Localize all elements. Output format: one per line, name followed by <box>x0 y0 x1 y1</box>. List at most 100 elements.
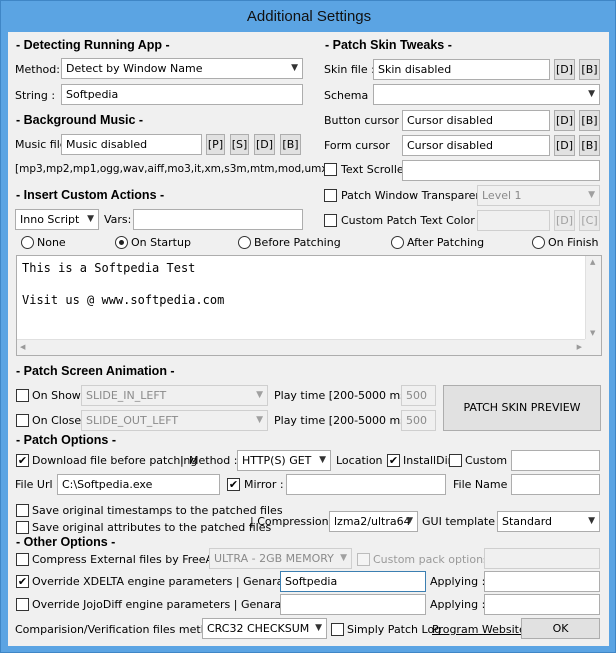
on-close-label: On Close <box>32 414 82 427</box>
music-file-input[interactable]: Music disabled <box>61 134 202 155</box>
custom-script-editor[interactable]: This is a Softpedia Test Visit us @ www.… <box>16 255 602 356</box>
gui-template-dropdown[interactable]: Standard ▼ <box>497 511 600 532</box>
show-play-time-input[interactable]: 500 <box>401 385 436 406</box>
skin-delete-button[interactable]: [D] <box>554 59 575 80</box>
script-type-dropdown[interactable]: Inno Script ▼ <box>15 209 99 230</box>
transparent-level-dropdown[interactable]: Level 1 ▼ <box>477 185 600 206</box>
jojodiff-generating-input[interactable] <box>280 594 426 615</box>
detect-method-value: Detect by Window Name <box>66 62 203 75</box>
button-cursor-browse-button[interactable]: [B] <box>579 110 600 131</box>
download-checkbox[interactable]: ✔ <box>16 454 29 467</box>
music-delete-button[interactable]: [D] <box>254 134 275 155</box>
form-cursor-input[interactable]: Cursor disabled <box>402 135 550 156</box>
comparison-method-value: CRC32 CHECKSUM <box>207 622 310 635</box>
compression-dropdown[interactable]: lzma2/ultra64 ▼ <box>329 511 418 532</box>
scroll-up-icon[interactable]: ▲ <box>590 258 595 266</box>
button-cursor-input[interactable]: Cursor disabled <box>402 110 550 131</box>
horizontal-scrollbar[interactable]: ◀ ▶ <box>17 339 585 355</box>
freearc-level-dropdown[interactable]: ULTRA - 2GB MEMORY ▼ <box>209 548 352 569</box>
xdelta-generating-input[interactable]: Softpedia <box>280 571 426 592</box>
mirror-input[interactable] <box>286 474 446 495</box>
timestamps-checkbox[interactable] <box>16 504 29 517</box>
download-label: Download file before patching <box>32 454 198 467</box>
skin-file-label: Skin file : <box>324 63 375 76</box>
other-options-header: - Other Options - <box>16 535 116 549</box>
custom-location-checkbox[interactable] <box>449 454 462 467</box>
script-type-value: Inno Script <box>20 213 80 226</box>
compression-value: lzma2/ultra64 <box>334 515 411 528</box>
vars-label: Vars: <box>104 213 132 226</box>
custom-color-pick-button[interactable]: [C] <box>579 210 600 231</box>
xdelta-label: Override XDELTA engine parameters | Gena… <box>32 575 312 588</box>
detect-method-dropdown[interactable]: Detect by Window Name ▼ <box>61 58 303 79</box>
simply-log-label: Simply Patch Log <box>347 623 442 636</box>
on-show-animation-dropdown[interactable]: SLIDE_IN_LEFT ▼ <box>81 385 268 406</box>
custom-color-checkbox[interactable] <box>324 214 337 227</box>
custom-pack-checkbox[interactable] <box>357 553 370 566</box>
attributes-checkbox[interactable] <box>16 521 29 534</box>
skin-browse-button[interactable]: [B] <box>579 59 600 80</box>
custom-pack-input[interactable] <box>484 548 600 569</box>
vars-input[interactable] <box>133 209 303 230</box>
jojodiff-applying-input[interactable] <box>484 594 600 615</box>
vertical-scrollbar[interactable]: ▲ ▼ <box>585 256 601 339</box>
comparison-label: Comparision/Verification files method : <box>15 623 229 636</box>
form-cursor-browse-button[interactable]: [B] <box>579 135 600 156</box>
installdir-checkbox[interactable]: ✔ <box>387 454 400 467</box>
scroll-left-icon[interactable]: ◀ <box>20 343 25 351</box>
freearc-label: Compress External files by FreeArc : <box>32 553 231 566</box>
radio-on-startup[interactable] <box>115 236 128 249</box>
radio-on-finish[interactable] <box>532 236 545 249</box>
on-close-animation-dropdown[interactable]: SLIDE_OUT_LEFT ▼ <box>81 410 268 431</box>
button-cursor-delete-button[interactable]: [D] <box>554 110 575 131</box>
chevron-down-icon: ▼ <box>588 516 595 526</box>
dialog-client: - Detecting Running App - Method: Detect… <box>8 32 609 646</box>
radio-after-patching[interactable] <box>391 236 404 249</box>
radio-none[interactable] <box>21 236 34 249</box>
transparent-label: Patch Window Transparent <box>341 189 487 202</box>
mirror-checkbox[interactable]: ✔ <box>227 478 240 491</box>
mirror-label: Mirror : <box>244 478 284 491</box>
music-play-button[interactable]: [P] <box>206 134 225 155</box>
radio-none-label: None <box>37 236 66 249</box>
on-show-checkbox[interactable] <box>16 389 29 402</box>
music-formats-text: [mp3,mp2,mp1,ogg,wav,aiff,mo3,it,xm,s3m,… <box>15 163 332 175</box>
comparison-method-dropdown[interactable]: CRC32 CHECKSUM ▼ <box>202 618 327 639</box>
download-method-label: Method : <box>189 454 238 467</box>
xdelta-applying-input[interactable] <box>484 571 600 592</box>
schema-dropdown[interactable]: ▼ <box>373 84 600 105</box>
custom-color-input[interactable] <box>477 210 550 231</box>
radio-before-patching-label: Before Patching <box>254 236 341 249</box>
skin-file-input[interactable]: Skin disabled <box>373 59 550 80</box>
custom-location-input[interactable] <box>511 450 600 471</box>
ok-button[interactable]: OK <box>521 618 600 639</box>
freearc-checkbox[interactable] <box>16 553 29 566</box>
radio-before-patching[interactable] <box>238 236 251 249</box>
text-scroller-checkbox[interactable] <box>324 163 337 176</box>
close-play-time-input[interactable]: 500 <box>401 410 436 431</box>
chevron-down-icon: ▼ <box>406 516 413 526</box>
settings-window: Additional Settings - Detecting Running … <box>0 0 616 653</box>
patch-skin-preview-button[interactable]: PATCH SKIN PREVIEW <box>443 385 601 431</box>
transparent-checkbox[interactable] <box>324 189 337 202</box>
scroll-right-icon[interactable]: ▶ <box>577 343 582 351</box>
form-cursor-delete-button[interactable]: [D] <box>554 135 575 156</box>
string-input[interactable]: Softpedia <box>61 84 303 105</box>
custom-color-delete-button[interactable]: [D] <box>554 210 575 231</box>
simply-log-checkbox[interactable] <box>331 623 344 636</box>
text-scroller-label: Text Scroller <box>341 163 409 176</box>
music-stop-button[interactable]: [S] <box>230 134 249 155</box>
custom-location-label: Custom : <box>465 454 515 467</box>
download-method-dropdown[interactable]: HTTP(S) GET ▼ <box>237 450 331 471</box>
skin-header: - Patch Skin Tweaks - <box>325 38 452 52</box>
program-website-link[interactable]: Program Website <box>432 623 526 637</box>
jojodiff-checkbox[interactable] <box>16 598 29 611</box>
scroll-down-icon[interactable]: ▼ <box>590 329 595 337</box>
music-browse-button[interactable]: [B] <box>280 134 301 155</box>
text-scroller-input[interactable] <box>402 160 600 181</box>
on-close-checkbox[interactable] <box>16 414 29 427</box>
freearc-level-value: ULTRA - 2GB MEMORY <box>214 552 334 565</box>
file-name-input[interactable] <box>511 474 600 495</box>
file-url-input[interactable]: C:\Softpedia.exe <box>57 474 220 495</box>
xdelta-checkbox[interactable]: ✔ <box>16 575 29 588</box>
